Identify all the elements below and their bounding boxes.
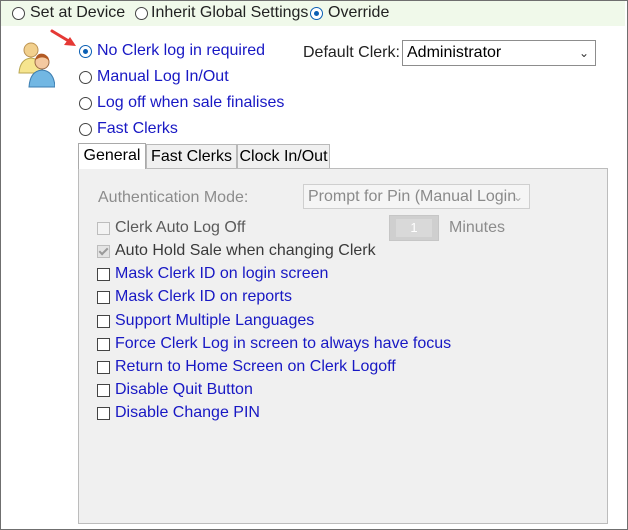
checkbox-disable-quit[interactable] xyxy=(97,384,110,397)
radio-no-clerk-login-label: No Clerk log in required xyxy=(97,42,266,59)
checkbox-mask-id-reports[interactable] xyxy=(97,291,110,304)
chevron-down-icon: ⌄ xyxy=(578,46,589,60)
radio-override-label: Override xyxy=(328,4,390,21)
red-arrow-icon xyxy=(50,29,76,46)
radio-manual-login[interactable] xyxy=(79,71,92,84)
auth-mode-label: Authentication Mode: xyxy=(98,189,249,206)
checkbox-auto-hold-sale xyxy=(97,245,110,258)
checkbox-multiple-languages-label: Support Multiple Languages xyxy=(115,312,315,329)
tab-clock-in-out[interactable]: Clock In/Out xyxy=(237,144,330,168)
checkbox-auto-hold-sale-label: Auto Hold Sale when changing Clerk xyxy=(115,242,376,259)
radio-fast-clerks[interactable] xyxy=(79,123,92,136)
checkbox-force-focus[interactable] xyxy=(97,338,110,351)
default-clerk-select[interactable]: Administrator ⌄ xyxy=(402,40,596,66)
radio-override[interactable] xyxy=(310,7,323,20)
checkbox-mask-id-reports-label: Mask Clerk ID on reports xyxy=(115,288,292,305)
radio-set-at-device[interactable] xyxy=(12,7,25,20)
radio-fast-clerks-label: Fast Clerks xyxy=(97,120,178,137)
radio-manual-login-label: Manual Log In/Out xyxy=(97,68,229,85)
radio-inherit-global-label: Inherit Global Settings xyxy=(151,4,309,21)
checkbox-disable-quit-label: Disable Quit Button xyxy=(115,381,253,398)
radio-logoff-sale[interactable] xyxy=(79,97,92,110)
checkbox-force-focus-label: Force Clerk Log in screen to always have… xyxy=(115,335,452,352)
checkbox-clerk-auto-logoff-label: Clerk Auto Log Off xyxy=(115,219,246,236)
radio-set-at-device-label: Set at Device xyxy=(30,4,126,21)
radio-inherit-global[interactable] xyxy=(135,7,148,20)
auth-mode-value: Prompt for Pin (Manual Login xyxy=(308,188,517,205)
checkbox-return-home[interactable] xyxy=(97,361,110,374)
chevron-down-icon: ⌄ xyxy=(512,190,523,204)
tab-general[interactable]: General xyxy=(78,143,146,169)
checkbox-return-home-label: Return to Home Screen on Clerk Logoff xyxy=(115,358,396,375)
checkbox-disable-change-pin-label: Disable Change PIN xyxy=(115,404,260,421)
default-clerk-label: Default Clerk: xyxy=(303,44,400,61)
default-clerk-value: Administrator xyxy=(407,44,502,61)
radio-logoff-sale-label: Log off when sale finalises xyxy=(97,94,285,111)
checkbox-mask-id-login-label: Mask Clerk ID on login screen xyxy=(115,265,329,282)
checkbox-clerk-auto-logoff xyxy=(97,222,110,235)
minutes-value: 1 xyxy=(396,219,432,237)
minutes-label: Minutes xyxy=(449,219,506,236)
checkbox-mask-id-login[interactable] xyxy=(97,268,110,281)
checkbox-disable-change-pin[interactable] xyxy=(97,407,110,420)
radio-no-clerk-login[interactable] xyxy=(79,45,92,58)
tab-fast-clerks[interactable]: Fast Clerks xyxy=(146,144,237,168)
auth-mode-select: Prompt for Pin (Manual Login ⌄ xyxy=(303,184,530,209)
minutes-input: 1 xyxy=(389,215,439,241)
checkbox-multiple-languages[interactable] xyxy=(97,315,110,328)
